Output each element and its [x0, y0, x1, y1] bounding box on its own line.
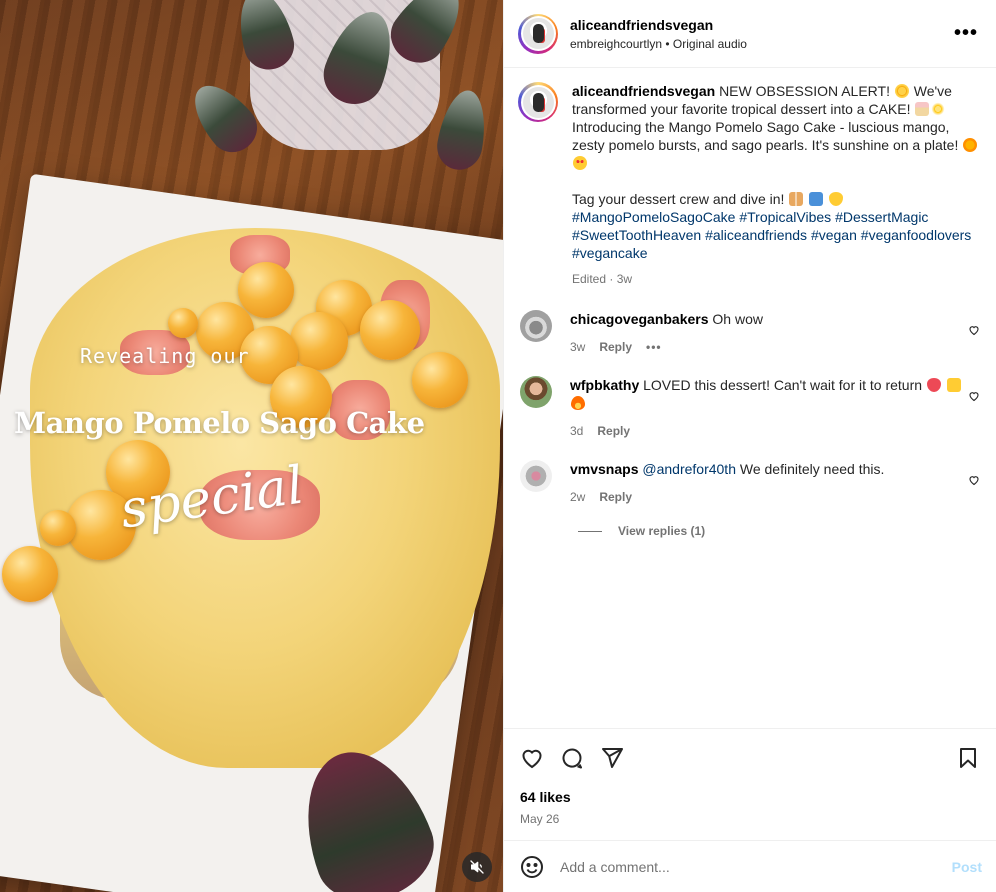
instagram-post-view: Revealing our Mango Pomelo Sago Cake spe…	[0, 0, 996, 892]
add-comment-bar: Post	[504, 840, 996, 892]
reply-button[interactable]: Reply	[599, 488, 632, 506]
hashtag-link[interactable]: #aliceandfriends	[705, 227, 807, 243]
post-date[interactable]: May 26	[520, 812, 980, 826]
sago-pearl	[412, 352, 468, 408]
sun-emoji-icon	[963, 138, 978, 152]
comment-body: vmvsnaps @andrefor40th We definitely nee…	[570, 460, 968, 506]
comment-meta: 3d Reply	[570, 422, 968, 440]
comment-time[interactable]: 3d	[570, 422, 583, 440]
post-comment-button[interactable]: Post	[952, 859, 982, 875]
comment-like-heart-icon[interactable]	[968, 324, 980, 336]
comment-text: LOVED this dessert! Can't wait for it to…	[643, 377, 926, 393]
comment-text: Oh wow	[712, 311, 763, 327]
audio-user[interactable]: embreighcourtlyn	[570, 37, 662, 51]
comment-body: chicagoveganbakers Oh wow 3w Reply •••	[570, 310, 968, 356]
hashtag-link[interactable]: #vegan	[811, 227, 857, 243]
post-video[interactable]: Revealing our Mango Pomelo Sago Cake spe…	[0, 0, 503, 892]
sparkles-emoji-icon	[931, 102, 946, 116]
audio-attribution: embreighcourtlyn • Original audio	[570, 37, 954, 51]
overlay-title-text: Mango Pomelo Sago Cake	[14, 406, 425, 440]
header-username[interactable]: aliceandfriendsvegan	[570, 17, 954, 33]
caption-text: Tag your dessert crew and dive in!	[572, 191, 789, 207]
overlay-intro-text: Revealing our	[80, 344, 250, 368]
hashtag-link[interactable]: #vegancake	[572, 245, 648, 261]
comment-more-button[interactable]: •••	[646, 338, 662, 356]
avatar[interactable]	[518, 13, 558, 54]
view-replies-button[interactable]: View replies (1)	[578, 524, 982, 538]
comment-time[interactable]: 2w	[570, 488, 585, 506]
comment-time[interactable]: 3w	[570, 338, 585, 356]
comment-meta: 3w Reply •••	[570, 338, 968, 356]
heart-icon[interactable]	[520, 746, 544, 770]
comments-scroll-area[interactable]: aliceandfriendsvegan NEW OBSESSION ALERT…	[504, 68, 996, 728]
paper-plane-icon[interactable]	[600, 746, 624, 770]
comment-body: wfpbkathy LOVED this dessert! Can't wait…	[570, 376, 968, 440]
header-text: aliceandfriendsvegan embreighcourtlyn • …	[570, 17, 954, 51]
hashtag-link[interactable]: #SweetToothHeaven	[572, 227, 701, 243]
caption-username[interactable]: aliceandfriendsvegan	[572, 83, 715, 99]
mention-link[interactable]: @andrefor40th	[642, 461, 736, 477]
caption-text: Introducing the Mango Pomelo Sago Cake -…	[572, 119, 963, 153]
avatar[interactable]	[518, 82, 558, 122]
comment: chicagoveganbakers Oh wow 3w Reply •••	[518, 310, 982, 356]
comment-like-heart-icon[interactable]	[968, 474, 980, 486]
post-actions: 64 likes May 26	[504, 728, 996, 826]
likes-count[interactable]: 64 likes	[520, 789, 980, 805]
hashtag-link[interactable]: #DessertMagic	[835, 209, 928, 225]
people-emoji-icon	[789, 192, 804, 206]
avatar[interactable]	[520, 460, 552, 492]
sago-pearl	[360, 300, 420, 360]
sago-pearl	[168, 308, 198, 338]
speaker-muted-icon	[470, 860, 484, 874]
hashtag-link[interactable]: #veganfoodlovers	[861, 227, 972, 243]
divider-line	[578, 530, 602, 532]
caption-time[interactable]: 3w	[617, 272, 632, 286]
heart-eyes-emoji-icon	[573, 156, 587, 170]
comment-input[interactable]	[560, 858, 952, 875]
post-header: aliceandfriendsvegan embreighcourtlyn • …	[504, 0, 996, 68]
comment-meta: 2w Reply	[570, 488, 968, 506]
comment: wfpbkathy LOVED this dessert! Can't wait…	[518, 376, 982, 440]
caption: aliceandfriendsvegan NEW OBSESSION ALERT…	[518, 82, 982, 288]
fire-emoji-icon	[571, 396, 585, 410]
avatar[interactable]	[520, 376, 552, 408]
reply-button[interactable]: Reply	[597, 422, 630, 440]
view-replies-label: View replies (1)	[618, 524, 706, 538]
comment-bubble-icon[interactable]	[560, 746, 584, 770]
hashtag-link[interactable]: #TropicalVibes	[739, 209, 831, 225]
edited-label: Edited	[572, 272, 607, 286]
smiley-icon[interactable]	[520, 855, 544, 879]
male-sign-emoji-icon	[809, 192, 824, 206]
sun-emoji-icon	[894, 84, 909, 98]
audio-label[interactable]: Original audio	[673, 37, 747, 51]
caption-body: aliceandfriendsvegan NEW OBSESSION ALERT…	[572, 82, 982, 288]
reply-button[interactable]: Reply	[599, 338, 632, 356]
more-options-button[interactable]: •••	[954, 22, 978, 45]
caption-text: NEW OBSESSION ALERT!	[719, 83, 894, 99]
comment-username[interactable]: chicagoveganbakers	[570, 311, 709, 327]
audio-separator: •	[662, 36, 673, 51]
sago-pearl	[290, 312, 348, 370]
bookmark-icon[interactable]	[956, 746, 980, 770]
comment-username[interactable]: vmvsnaps	[570, 461, 638, 477]
hashtags: #MangoPomeloSagoCake #TropicalVibes #Des…	[572, 208, 982, 262]
cake-emoji-icon	[915, 102, 930, 116]
hashtag-link[interactable]: #MangoPomeloSagoCake	[572, 209, 735, 225]
comment-username[interactable]: wfpbkathy	[570, 377, 639, 393]
sago-pearl	[40, 510, 76, 546]
comment-text: We definitely need this.	[735, 461, 885, 477]
comment-like-heart-icon[interactable]	[968, 390, 980, 402]
action-icons	[520, 741, 980, 775]
sago-pearl	[2, 546, 58, 602]
post-sidebar: aliceandfriendsvegan embreighcourtlyn • …	[503, 0, 996, 892]
raised-hands-emoji-icon	[946, 378, 961, 392]
yellow-heart-emoji-icon	[829, 192, 844, 206]
red-heart-emoji-icon	[926, 378, 941, 392]
caption-meta: Edited · 3w	[572, 272, 633, 286]
sago-pearl	[238, 262, 294, 318]
comment: vmvsnaps @andrefor40th We definitely nee…	[518, 460, 982, 506]
mute-button[interactable]	[462, 852, 492, 882]
avatar[interactable]	[520, 310, 552, 342]
